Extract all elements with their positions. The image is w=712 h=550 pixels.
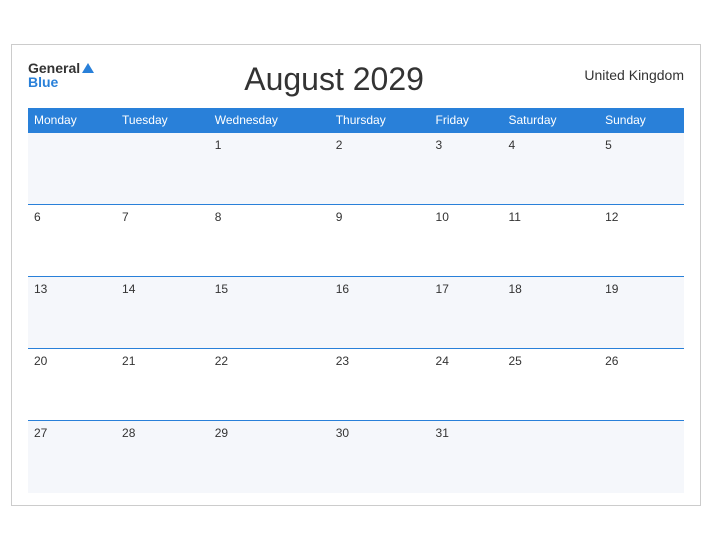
col-tuesday: Tuesday	[116, 108, 209, 133]
logo-general-text: General	[28, 61, 80, 75]
day-number: 15	[215, 282, 228, 296]
country-label: United Kingdom	[574, 61, 684, 83]
calendar-week-4: 20 21 22 23 24 25 26	[28, 349, 684, 421]
calendar-day: 23	[330, 349, 430, 421]
calendar-day: 14	[116, 277, 209, 349]
day-number: 30	[336, 426, 349, 440]
calendar-day: 4	[503, 133, 600, 205]
calendar-day: 13	[28, 277, 116, 349]
col-friday: Friday	[430, 108, 503, 133]
calendar-body: 1234567891011121314151617181920212223242…	[28, 133, 684, 493]
calendar-day: 8	[209, 205, 330, 277]
day-number: 13	[34, 282, 47, 296]
day-number: 21	[122, 354, 135, 368]
day-number: 22	[215, 354, 228, 368]
day-number: 26	[605, 354, 618, 368]
logo-triangle-icon	[82, 63, 94, 73]
day-number: 12	[605, 210, 618, 224]
calendar-day	[28, 133, 116, 205]
col-saturday: Saturday	[503, 108, 600, 133]
calendar-table: Monday Tuesday Wednesday Thursday Friday…	[28, 108, 684, 493]
calendar-header-row: Monday Tuesday Wednesday Thursday Friday…	[28, 108, 684, 133]
calendar-week-3: 13 14 15 16 17 18 19	[28, 277, 684, 349]
day-number: 31	[436, 426, 449, 440]
logo: General Blue	[28, 61, 94, 89]
calendar-day	[503, 421, 600, 493]
calendar-week-5: 27 28 29 30 31	[28, 421, 684, 493]
calendar-day: 1	[209, 133, 330, 205]
day-number: 17	[436, 282, 449, 296]
day-number: 7	[122, 210, 129, 224]
calendar-day: 19	[599, 277, 684, 349]
day-number: 5	[605, 138, 612, 152]
day-number: 28	[122, 426, 135, 440]
calendar-day: 24	[430, 349, 503, 421]
day-number: 10	[436, 210, 449, 224]
day-number: 25	[509, 354, 522, 368]
calendar-day: 2	[330, 133, 430, 205]
day-number: 27	[34, 426, 47, 440]
calendar-day: 7	[116, 205, 209, 277]
day-number: 2	[336, 138, 343, 152]
calendar-day	[116, 133, 209, 205]
day-number: 4	[509, 138, 516, 152]
col-sunday: Sunday	[599, 108, 684, 133]
calendar-day: 31	[430, 421, 503, 493]
day-number: 6	[34, 210, 41, 224]
col-thursday: Thursday	[330, 108, 430, 133]
day-number: 14	[122, 282, 135, 296]
day-number: 1	[215, 138, 222, 152]
calendar-day: 27	[28, 421, 116, 493]
month-title: August 2029	[94, 61, 574, 98]
calendar-day: 3	[430, 133, 503, 205]
calendar-header: General Blue August 2029 United Kingdom	[28, 61, 684, 98]
calendar-day: 20	[28, 349, 116, 421]
calendar-day: 25	[503, 349, 600, 421]
day-number: 20	[34, 354, 47, 368]
col-wednesday: Wednesday	[209, 108, 330, 133]
day-number: 9	[336, 210, 343, 224]
calendar-day: 29	[209, 421, 330, 493]
day-number: 19	[605, 282, 618, 296]
day-number: 29	[215, 426, 228, 440]
day-number: 24	[436, 354, 449, 368]
calendar-week-1: 1 2 3 4 5	[28, 133, 684, 205]
calendar-week-2: 6 7 8 9 10 11 12	[28, 205, 684, 277]
calendar-day: 30	[330, 421, 430, 493]
calendar-day: 9	[330, 205, 430, 277]
day-number: 8	[215, 210, 222, 224]
calendar-day: 26	[599, 349, 684, 421]
logo-blue-text: Blue	[28, 75, 58, 89]
calendar-day: 18	[503, 277, 600, 349]
calendar-day: 6	[28, 205, 116, 277]
day-number: 23	[336, 354, 349, 368]
col-monday: Monday	[28, 108, 116, 133]
calendar-day	[599, 421, 684, 493]
calendar-day: 5	[599, 133, 684, 205]
calendar-day: 28	[116, 421, 209, 493]
calendar-day: 16	[330, 277, 430, 349]
calendar-day: 12	[599, 205, 684, 277]
calendar-container: General Blue August 2029 United Kingdom …	[11, 44, 701, 506]
day-number: 3	[436, 138, 443, 152]
day-number: 16	[336, 282, 349, 296]
day-number: 18	[509, 282, 522, 296]
day-number: 11	[509, 210, 521, 224]
calendar-day: 17	[430, 277, 503, 349]
calendar-day: 11	[503, 205, 600, 277]
calendar-day: 10	[430, 205, 503, 277]
calendar-day: 15	[209, 277, 330, 349]
calendar-day: 21	[116, 349, 209, 421]
calendar-day: 22	[209, 349, 330, 421]
